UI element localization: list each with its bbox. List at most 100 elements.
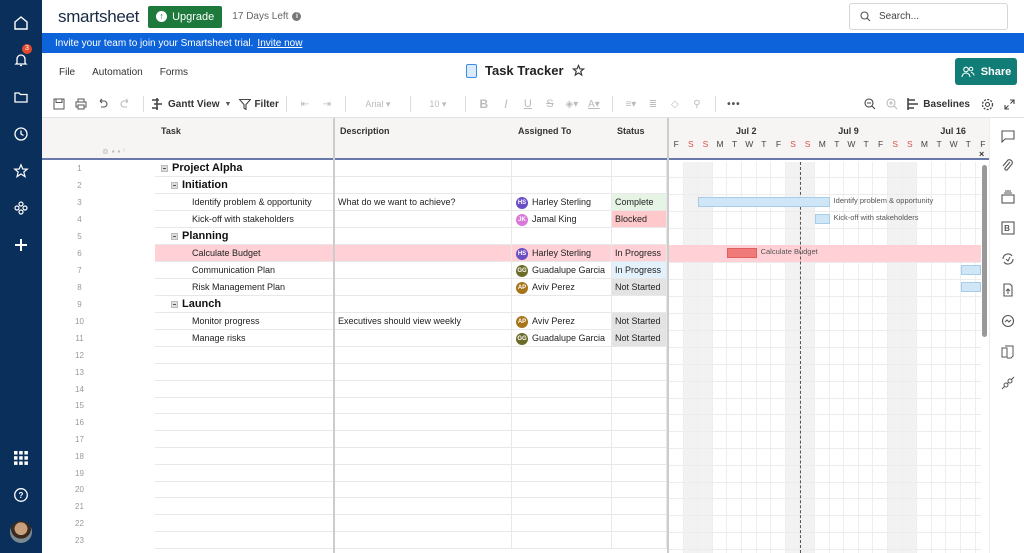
status-cell[interactable]	[612, 160, 667, 176]
table-row[interactable]: 20	[42, 481, 669, 499]
assigned-to-cell[interactable]	[512, 347, 612, 363]
task-cell[interactable]	[155, 347, 334, 363]
status-cell[interactable]: Complete	[612, 194, 667, 210]
description-cell[interactable]	[334, 447, 512, 464]
assigned-to-cell[interactable]	[512, 481, 612, 498]
row-number[interactable]: 5	[42, 228, 155, 245]
row-number[interactable]: 18	[42, 447, 155, 465]
status-cell[interactable]	[612, 498, 667, 515]
row-number[interactable]: 4	[42, 211, 155, 228]
task-cell[interactable]	[155, 531, 334, 548]
invite-now-link[interactable]: Invite now	[257, 38, 302, 49]
table-row[interactable]: 6 Calculate Budget HS Harley Sterling In Pro…	[42, 245, 669, 262]
description-cell[interactable]	[334, 211, 512, 227]
status-cell[interactable]	[612, 397, 667, 414]
assigned-to-cell[interactable]	[512, 515, 612, 531]
status-cell[interactable]	[612, 228, 667, 244]
task-cell[interactable]: Manage risks	[155, 330, 334, 346]
description-cell[interactable]	[334, 397, 512, 414]
task-cell[interactable]: Communication Plan	[155, 262, 334, 278]
table-row[interactable]: 17	[42, 431, 669, 448]
description-cell[interactable]	[334, 380, 512, 397]
favorites-star-icon[interactable]	[0, 157, 42, 185]
indent-icon[interactable]: ⇥	[316, 94, 338, 114]
description-cell[interactable]	[334, 464, 512, 481]
solutions-icon[interactable]	[0, 194, 42, 222]
favorite-star-icon[interactable]	[571, 64, 585, 77]
description-cell[interactable]	[334, 245, 512, 261]
description-cell[interactable]	[334, 330, 512, 346]
status-cell[interactable]: Not Started	[612, 279, 667, 295]
status-cell[interactable]: Blocked	[612, 211, 667, 227]
status-cell[interactable]: Not Started	[612, 313, 667, 329]
table-row[interactable]: 9 Launch	[42, 296, 669, 313]
table-row[interactable]: 23	[42, 531, 669, 549]
status-cell[interactable]	[612, 177, 667, 193]
row-number[interactable]: 7	[42, 262, 155, 279]
row-number[interactable]: 21	[42, 498, 155, 516]
task-cell[interactable]: Kick-off with stakeholders	[155, 211, 334, 227]
underline-icon[interactable]: U	[517, 94, 539, 114]
font-size-dropdown[interactable]: 10 ▾	[418, 94, 458, 114]
description-cell[interactable]	[334, 262, 512, 278]
assigned-to-cell[interactable]	[512, 498, 612, 515]
task-cell[interactable]: Monitor progress	[155, 313, 334, 329]
assigned-to-cell[interactable]: HS Harley Sterling	[512, 245, 612, 261]
row-number[interactable]: 11	[42, 330, 155, 347]
upgrade-button[interactable]: ↑ Upgrade	[148, 5, 223, 28]
task-cell[interactable]: Planning	[155, 228, 334, 244]
row-number[interactable]: 14	[42, 380, 155, 398]
assigned-to-cell[interactable]	[512, 447, 612, 464]
table-row[interactable]: 16	[42, 414, 669, 432]
task-cell[interactable]	[155, 515, 334, 531]
task-cell[interactable]: Risk Management Plan	[155, 279, 334, 295]
row-number[interactable]: 22	[42, 515, 155, 532]
row-number[interactable]: 3	[42, 194, 155, 211]
expand-fullscreen-icon[interactable]	[998, 94, 1020, 114]
description-cell[interactable]	[334, 296, 512, 312]
table-row[interactable]: 5 Planning	[42, 228, 669, 245]
format-painter-icon[interactable]: ⚲	[686, 94, 708, 114]
status-cell[interactable]	[612, 380, 667, 397]
description-cell[interactable]	[334, 531, 512, 548]
menu-forms[interactable]: Forms	[160, 67, 188, 78]
zoom-in-icon[interactable]	[881, 94, 903, 114]
menu-file[interactable]: File	[59, 67, 75, 78]
status-cell[interactable]	[612, 347, 667, 363]
status-cell[interactable]: In Progress	[612, 262, 667, 278]
task-cell[interactable]: Calculate Budget	[155, 245, 334, 261]
column-header-assigned-to[interactable]: Assigned To	[518, 126, 571, 136]
baselines-button[interactable]: Baselines	[907, 94, 970, 114]
table-row[interactable]: 19	[42, 464, 669, 482]
create-plus-icon[interactable]	[0, 231, 42, 259]
row-number[interactable]: 12	[42, 347, 155, 364]
gantt-view-dropdown[interactable]: Gantt View ▼	[151, 94, 231, 114]
help-icon[interactable]: ?	[0, 481, 42, 509]
column-header-description[interactable]: Description	[340, 126, 390, 136]
status-cell[interactable]: In Progress	[612, 245, 667, 261]
outdent-icon[interactable]: ⇤	[294, 94, 316, 114]
collapse-toggle-icon[interactable]	[171, 182, 178, 190]
home-icon[interactable]	[0, 9, 42, 37]
table-row[interactable]: 8 Risk Management Plan AP Aviv Perez Not Sta…	[42, 279, 669, 296]
assigned-to-cell[interactable]: GG Guadalupe Garcia	[512, 262, 612, 278]
notifications-icon[interactable]: 3	[0, 44, 42, 74]
table-row[interactable]: 7 Communication Plan GG Guadalupe Garcia In …	[42, 262, 669, 279]
assigned-to-cell[interactable]	[512, 363, 612, 380]
description-cell[interactable]	[334, 431, 512, 447]
column-header-task[interactable]: Task	[161, 126, 181, 136]
assigned-to-cell[interactable]	[512, 177, 612, 193]
folder-icon[interactable]	[0, 83, 42, 111]
description-cell[interactable]	[334, 279, 512, 295]
assigned-to-cell[interactable]	[512, 464, 612, 481]
gantt-task-bar[interactable]	[961, 265, 981, 275]
gantt-task-bar[interactable]	[961, 282, 981, 292]
activity-log-icon[interactable]	[990, 249, 1024, 269]
fill-color-icon[interactable]: ◈▾	[561, 94, 583, 114]
status-cell[interactable]	[612, 531, 667, 548]
description-cell[interactable]	[334, 515, 512, 531]
task-cell[interactable]: Initiation	[155, 177, 334, 193]
row-number[interactable]: 19	[42, 464, 155, 482]
description-cell[interactable]	[334, 347, 512, 363]
table-row[interactable]: 3 Identify problem & opportunity What do w…	[42, 194, 669, 211]
